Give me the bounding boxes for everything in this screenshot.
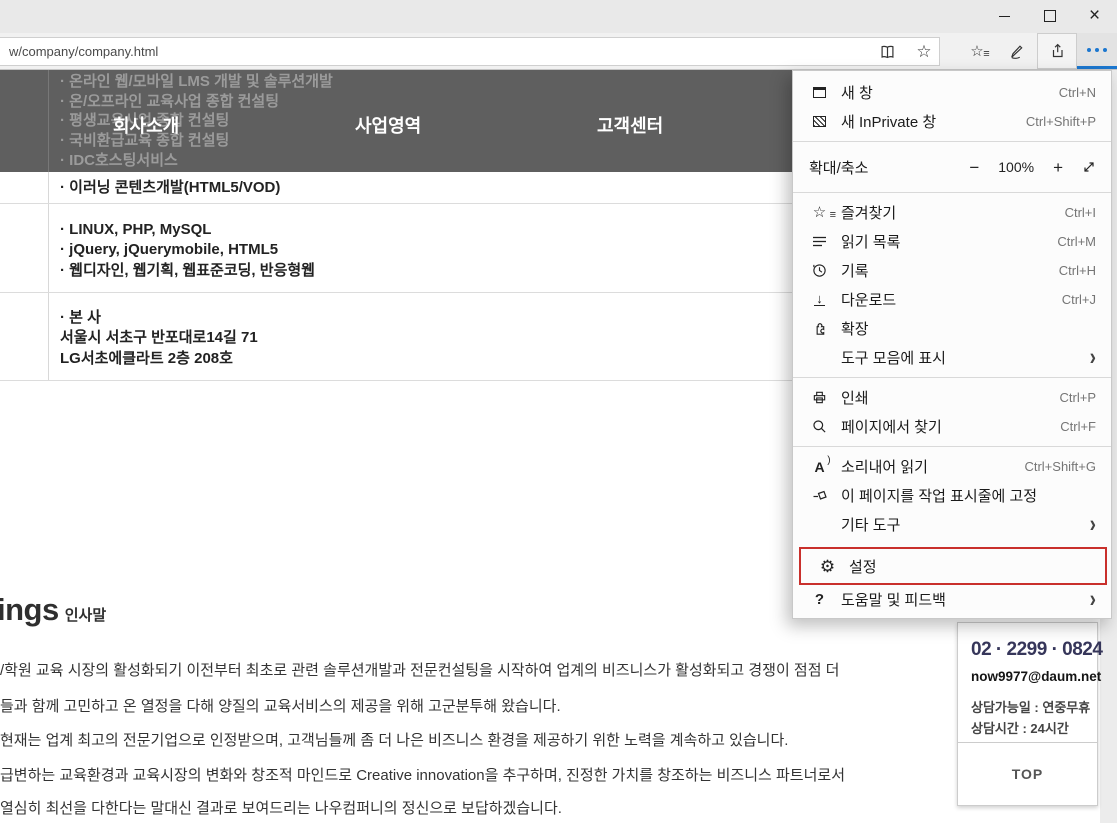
contact-email: now9977@daum.net <box>971 669 1097 684</box>
new-window-icon <box>809 87 830 98</box>
menu-divider <box>793 141 1111 142</box>
menu-item-extensions[interactable]: 확장 <box>793 314 1111 343</box>
read-aloud-icon: A) <box>809 459 830 475</box>
office-item: LG서초에클라트 2층 208호 <box>60 349 258 369</box>
greeting-title-en: ings <box>0 592 59 628</box>
menu-item-more-tools[interactable]: 기타 도구 › <box>793 510 1111 539</box>
ink-pen-icon <box>1008 43 1026 60</box>
list-item: · 평생교육사업 종합 컨설팅 <box>60 111 333 131</box>
greeting-line: 들과 함께 고민하고 온 열정을 다해 양질의 교육서비스의 제공을 위해 고군… <box>0 695 561 716</box>
list-item: · 국비환급교육 종합 컨설팅 <box>60 131 333 151</box>
greeting-line: 열심히 최선을 다한다는 말대신 결과로 보여드리는 나우컴퍼니의 정신으로 보… <box>0 797 562 818</box>
tech-item: · LINUX, PHP, MySQL <box>60 220 315 240</box>
table-row: · LINUX, PHP, MySQL · jQuery, jQuerymobi… <box>60 220 315 281</box>
browser-more-menu: 새 창 Ctrl+N 새 InPrivate 창 Ctrl+Shift+P 확대… <box>792 70 1112 619</box>
service-item: · 이러닝 콘텐츠개발(HTML5/VOD) <box>60 173 280 202</box>
inprivate-window-icon <box>809 116 830 127</box>
tech-item: · jQuery, jQuerymobile, HTML5 <box>60 240 315 260</box>
close-icon: × <box>1089 5 1100 27</box>
menu-divider <box>793 377 1111 378</box>
maximize-icon <box>1044 10 1056 22</box>
menu-item-print[interactable]: 인쇄 Ctrl+P <box>793 383 1111 412</box>
zoom-level: 100% <box>998 159 1034 175</box>
menu-item-reading-list[interactable]: 읽기 목록 Ctrl+M <box>793 227 1111 256</box>
list-item: · 온라인 웹/모바일 LMS 개발 및 솔루션개발 <box>60 72 333 92</box>
help-icon: ? <box>809 591 830 608</box>
gear-icon: ⚙ <box>817 558 838 575</box>
menu-item-show-in-toolbar[interactable]: 도구 모음에 표시 › <box>793 343 1111 372</box>
share-icon <box>1049 43 1066 59</box>
browser-window: × w/company/company.html ☆ ☆≡ <box>0 0 1117 823</box>
menu-item-settings[interactable]: ⚙ 설정 <box>801 549 1105 583</box>
contact-card: 02 · 2299 · 0824 now9977@daum.net 상담가능일 … <box>957 622 1098 806</box>
list-item: · 온/오프라인 교육사업 종합 컨설팅 <box>60 92 333 112</box>
address-toolbar: w/company/company.html ☆ ☆≡ <box>0 33 1117 70</box>
menu-divider <box>793 446 1111 447</box>
greeting-line: 급변하는 교육환경과 교육시장의 변화와 창조적 마인드로 Creative i… <box>0 764 845 785</box>
title-bar: × <box>0 0 1117 33</box>
menu-item-pin-to-taskbar[interactable]: 이 페이지를 작업 표시줄에 고정 <box>793 481 1111 510</box>
more-dots-icon <box>1087 48 1107 52</box>
greeting-title-ko: 인사말 <box>65 604 106 625</box>
settings-highlight-box: ⚙ 설정 <box>799 547 1107 585</box>
greeting-line: 현재는 업계 최고의 전문기업으로 인정받으며, 고객님들께 좀 더 나은 비즈… <box>0 729 788 750</box>
fullscreen-arrow-icon[interactable] <box>1082 160 1096 174</box>
zoom-in-button[interactable]: + <box>1053 159 1063 176</box>
tech-item: · 웹디자인, 웹기획, 웹표준코딩, 반응형웹 <box>60 261 315 281</box>
close-button[interactable]: × <box>1072 0 1117 32</box>
table-border <box>48 70 49 172</box>
service-list-ghost: · 온라인 웹/모바일 LMS 개발 및 솔루션개발 · 온/오프라인 교육사업… <box>60 72 333 171</box>
zoom-out-button[interactable]: − <box>969 159 979 176</box>
address-bar[interactable]: w/company/company.html ☆ <box>0 37 940 66</box>
chevron-right-icon: › <box>1090 588 1096 612</box>
menu-item-zoom: 확대/축소 − 100% + <box>793 147 1111 187</box>
url-text: w/company/company.html <box>9 44 158 59</box>
settings-more-button[interactable] <box>1077 33 1117 69</box>
table-row: · 이러닝 콘텐츠개발(HTML5/VOD) <box>60 173 280 202</box>
menu-item-history[interactable]: 기록 Ctrl+H <box>793 256 1111 285</box>
extensions-puzzle-icon <box>809 321 830 336</box>
minimize-icon <box>999 16 1010 17</box>
nav-item-business[interactable]: 사업영역 <box>355 112 421 138</box>
pin-icon <box>809 489 830 503</box>
minimize-button[interactable] <box>982 0 1027 32</box>
web-notes-button[interactable] <box>997 33 1037 69</box>
favorites-hub-icon: ☆≡ <box>970 44 983 59</box>
list-item: · IDC호스팅서비스 <box>60 151 333 171</box>
menu-divider <box>793 192 1111 193</box>
greeting-heading: ings 인사말 <box>0 592 106 628</box>
menu-item-new-window[interactable]: 새 창 Ctrl+N <box>793 78 1111 107</box>
menu-item-downloads[interactable]: ↓ 다운로드 Ctrl+J <box>793 285 1111 314</box>
table-row: · 본 사 서울시 서초구 반포대로14길 71 LG서초에클라트 2층 208… <box>60 308 258 369</box>
share-button[interactable] <box>1037 33 1077 69</box>
contact-hours: 상담가능일 : 연중무휴 상담시간 : 24시간 <box>971 697 1097 739</box>
menu-item-help-feedback[interactable]: ? 도움말 및 피드백 › <box>793 585 1111 614</box>
menu-item-find-on-page[interactable]: 페이지에서 찾기 Ctrl+F <box>793 412 1111 441</box>
contact-time: 상담시간 : 24시간 <box>971 718 1097 739</box>
nav-item-customer[interactable]: 고객센터 <box>597 112 663 138</box>
favorites-star-icon: ☆≡ <box>809 205 830 220</box>
office-item: 서울시 서초구 반포대로14길 71 <box>60 328 258 348</box>
scroll-to-top-button[interactable]: TOP <box>958 742 1097 805</box>
find-magnifier-icon <box>809 419 830 434</box>
download-icon: ↓ <box>809 293 830 306</box>
menu-item-new-inprivate-window[interactable]: 새 InPrivate 창 Ctrl+Shift+P <box>793 107 1111 136</box>
greeting-line: /학원 교육 시장의 활성화되기 이전부터 최초로 관련 솔루션개발과 전문컨설… <box>0 659 840 680</box>
contact-days: 상담가능일 : 연중무휴 <box>971 697 1097 718</box>
printer-icon <box>809 390 830 405</box>
reading-view-book-icon[interactable] <box>879 44 909 60</box>
reading-list-icon <box>809 235 830 248</box>
office-item: · 본 사 <box>60 308 258 328</box>
favorite-star-icon[interactable]: ☆ <box>909 43 939 60</box>
nav-item-company[interactable]: 회사소개 <box>113 112 179 138</box>
contact-phone: 02 · 2299 · 0824 <box>971 639 1097 661</box>
chevron-right-icon: › <box>1090 513 1096 537</box>
maximize-button[interactable] <box>1027 0 1072 32</box>
menu-item-read-aloud[interactable]: A) 소리내어 읽기 Ctrl+Shift+G <box>793 452 1111 481</box>
history-clock-icon <box>809 263 830 278</box>
favorites-hub-button[interactable]: ☆≡ <box>957 33 997 69</box>
chevron-right-icon: › <box>1090 346 1096 370</box>
menu-item-favorites[interactable]: ☆≡ 즐겨찾기 Ctrl+I <box>793 198 1111 227</box>
